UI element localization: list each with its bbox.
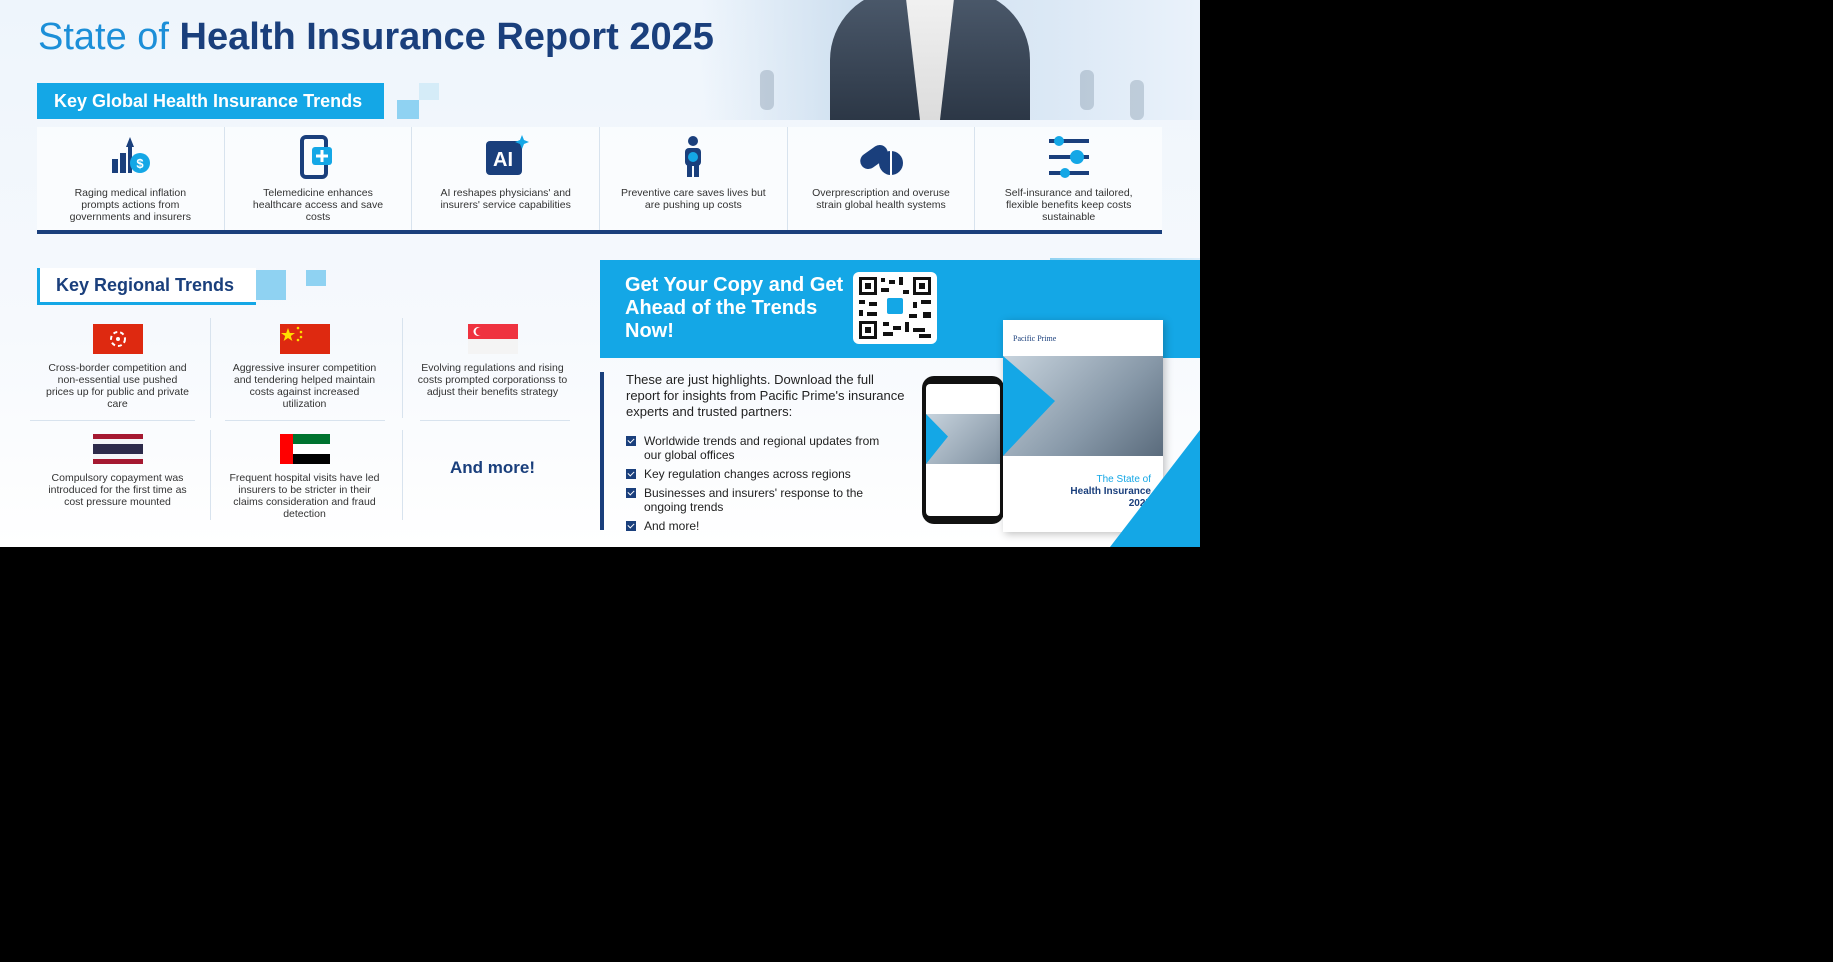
global-trends-strip: $ Raging medical inflation prompts actio…	[37, 127, 1162, 234]
phone-screen	[926, 384, 1000, 516]
decorative-square	[397, 100, 419, 119]
divider	[210, 318, 211, 418]
adjust-benefits-icon	[1048, 136, 1089, 178]
checkbox-icon	[626, 521, 636, 531]
global-trend-item: Self-insurance and tailored, flexible be…	[975, 127, 1162, 230]
body-checkup-icon	[685, 136, 702, 177]
book-title-line: Health Insurance	[1070, 486, 1151, 497]
list-item: And more!	[626, 519, 886, 533]
regional-trend-item: Frequent hospital visits have led insure…	[222, 434, 387, 534]
cta-details: These are just highlights. Download the …	[600, 372, 904, 533]
china-flag-icon	[279, 324, 330, 354]
phone-mockup	[922, 376, 1004, 524]
singapore-flag-icon	[467, 324, 518, 354]
svg-text:$: $	[137, 156, 145, 171]
report-infographic: State of Health Insurance Report 2025 Ke…	[0, 0, 1200, 547]
svg-text:AI: AI	[493, 149, 513, 171]
rising-cost-chart-icon: $	[112, 137, 151, 173]
global-trend-text: Self-insurance and tailored, flexible be…	[1004, 187, 1133, 223]
book-title: The State of Health Insurance 2025	[1070, 474, 1151, 510]
regional-trend-item: Aggressive insurer competition and tende…	[222, 324, 387, 424]
cta-bullet-list: Worldwide trends and regional updates fr…	[626, 434, 886, 538]
decorative-square	[306, 270, 326, 286]
cta-title: Get Your Copy and Get Ahead of the Trend…	[625, 274, 844, 342]
global-trend-item: Overprescription and overuse strain glob…	[788, 127, 976, 230]
hero-photo	[700, 0, 1200, 120]
page-title: State of Health Insurance Report 2025	[38, 16, 714, 59]
title-bold: Health Insurance Report 2025	[179, 16, 714, 58]
global-trend-item: Preventive care saves lives but are push…	[600, 127, 788, 230]
checkbox-icon	[626, 436, 636, 446]
qr-code-icon	[859, 277, 931, 339]
bullet-text: Businesses and insurers' response to the…	[644, 486, 864, 514]
regional-trend-text: Cross-border competition and non-essenti…	[46, 362, 189, 410]
checkbox-icon	[626, 469, 636, 479]
hong-kong-flag-icon	[92, 324, 143, 354]
regional-trend-item: Cross-border competition and non-essenti…	[35, 324, 200, 424]
list-item: Worldwide trends and regional updates fr…	[626, 434, 886, 462]
list-item: Key regulation changes across regions	[626, 467, 886, 481]
global-trend-text: Telemedicine enhances healthcare access …	[252, 187, 384, 223]
pills-icon	[860, 144, 904, 175]
bullet-text: Worldwide trends and regional updates fr…	[644, 434, 880, 462]
regional-trend-item: Evolving regulations and rising costs pr…	[410, 324, 575, 424]
decorative-square	[419, 83, 439, 100]
regional-trend-text: Evolving regulations and rising costs pr…	[417, 362, 568, 398]
checkbox-icon	[626, 488, 636, 498]
regional-trends-label-text: Key Regional Trends	[56, 274, 235, 295]
uae-flag-icon	[279, 434, 330, 464]
telemedicine-tablet-icon	[300, 135, 332, 179]
title-light: State of	[38, 16, 169, 58]
thailand-flag-icon	[92, 434, 143, 464]
book-title-line: 2025	[1128, 498, 1151, 509]
regional-trend-item: Compulsory copayment was introduced for …	[35, 434, 200, 534]
cta-intro: These are just highlights. Download the …	[626, 372, 905, 419]
global-trend-item: Telemedicine enhances healthcare access …	[225, 127, 413, 230]
report-cover: Pacific Prime The State of Health Insura…	[1003, 320, 1163, 532]
bullet-text: And more!	[644, 519, 700, 533]
divider	[402, 318, 403, 418]
global-trends-label-text: Key Global Health Insurance Trends	[54, 90, 363, 111]
regional-trend-text: Frequent hospital visits have led insure…	[229, 472, 380, 520]
list-item: Businesses and insurers' response to the…	[626, 486, 886, 514]
global-trend-text: Overprescription and overuse strain glob…	[812, 187, 950, 211]
qr-code[interactable]	[853, 272, 937, 344]
regional-trends-label: Key Regional Trends	[37, 268, 257, 305]
ai-chip-icon: AI	[485, 135, 529, 175]
global-trend-item: AI AI reshapes physicians' and insurers'…	[412, 127, 601, 230]
background-person	[1080, 70, 1094, 110]
global-trend-item: $ Raging medical inflation prompts actio…	[37, 127, 225, 230]
global-trend-text: Raging medical inflation prompts actions…	[69, 187, 192, 223]
background-person	[1130, 80, 1144, 120]
book-title-line: The State of	[1096, 474, 1151, 485]
regional-trend-text: Compulsory copayment was introduced for …	[48, 472, 187, 508]
regional-and-more: And more!	[450, 458, 535, 477]
global-trends-label: Key Global Health Insurance Trends	[37, 83, 385, 119]
regional-trends-grid: Cross-border competition and non-essenti…	[30, 318, 585, 523]
regional-trend-text: Aggressive insurer competition and tende…	[232, 362, 377, 410]
background-person	[760, 70, 774, 110]
global-trend-text: Preventive care saves lives but are push…	[620, 187, 766, 211]
divider	[210, 430, 211, 520]
book-brand: Pacific Prime	[1013, 334, 1057, 343]
global-trend-text: AI reshapes physicians' and insurers' se…	[440, 187, 571, 211]
bullet-text: Key regulation changes across regions	[644, 467, 851, 481]
